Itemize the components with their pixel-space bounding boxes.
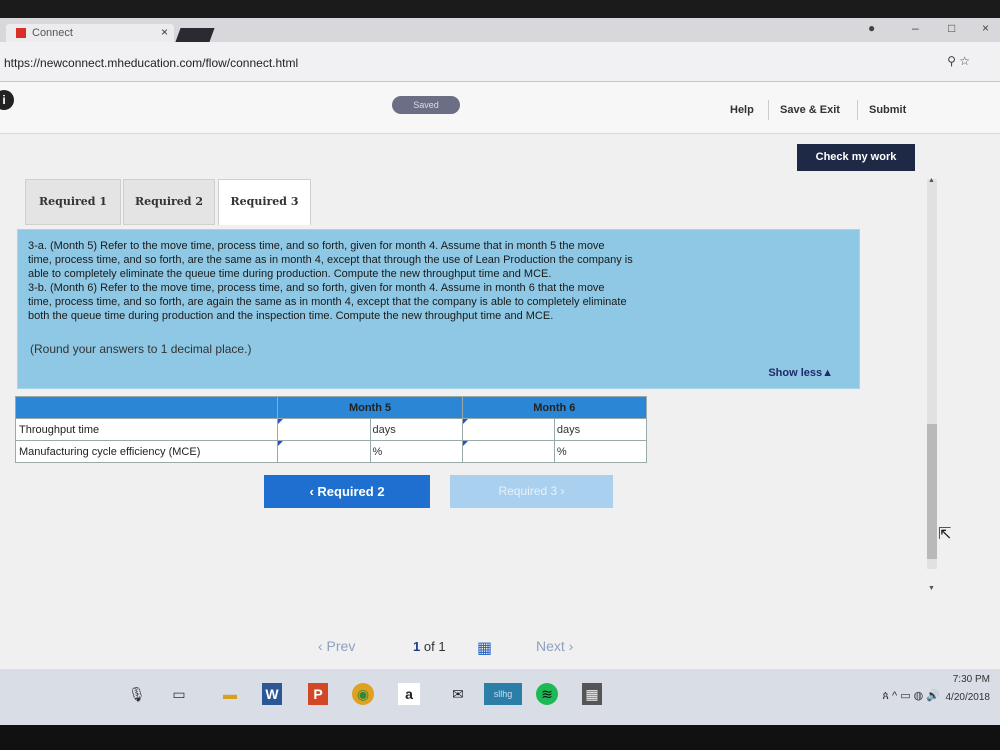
tab-required-2[interactable]: Required 2 (123, 179, 215, 225)
prev-page-button[interactable]: ‹ Prev (318, 638, 355, 654)
table-row: Throughput time days days (14, 418, 648, 441)
help-link[interactable]: Help (730, 104, 754, 116)
table-header-blank (14, 396, 279, 419)
unit-days: days (369, 418, 463, 441)
mouse-cursor-icon: ⇱ (938, 526, 952, 543)
mail-icon[interactable]: ✉ (448, 683, 468, 705)
minimize-icon[interactable]: – (912, 21, 919, 35)
zoom-star-icons[interactable]: ⚲ ☆ (947, 54, 970, 68)
screen-bezel (0, 725, 1000, 750)
calculator-icon[interactable]: ▦ (582, 683, 602, 705)
table-header-row: Month 5 Month 6 (14, 396, 648, 419)
connect-favicon-icon (16, 28, 26, 38)
row-label-mce: Manufacturing cycle efficiency (MCE) (14, 440, 279, 463)
new-tab-button[interactable] (175, 28, 215, 42)
rounding-instruction: (Round your answers to 1 decimal place.) (30, 342, 252, 356)
page-total: of 1 (423, 639, 446, 654)
page-indicator: 1 of 1 (413, 639, 446, 654)
question-line: able to completely eliminate the queue t… (28, 268, 552, 280)
app-header: i Saved Help Save & Exit Submit (0, 82, 1000, 134)
scrollbar-thumb[interactable] (927, 424, 937, 559)
unit-percent: % (369, 440, 463, 463)
next-page-button[interactable]: Next › (536, 638, 573, 654)
taskbar-clock[interactable]: 7:30 PM 4/20/2018 (946, 671, 991, 707)
question-line: 3-a. (Month 5) Refer to the move time, p… (28, 240, 605, 252)
table-header-month-6: Month 6 (461, 396, 648, 419)
save-exit-link[interactable]: Save & Exit (780, 104, 840, 116)
main-content: Check my work Required 1 Required 2 Requ… (0, 134, 1000, 669)
current-page-number: 1 (413, 639, 421, 654)
clock-date: 4/20/2018 (945, 692, 991, 703)
next-required-button[interactable]: Required 3 › (450, 475, 613, 508)
close-window-icon[interactable]: × (982, 21, 989, 35)
info-icon[interactable]: i (0, 90, 14, 110)
tab-required-1[interactable]: Required 1 (25, 179, 121, 225)
maximize-icon[interactable]: □ (948, 21, 955, 35)
question-line: time, process time, and so forth, are th… (28, 254, 633, 266)
tab-title: Connect (32, 27, 73, 39)
header-divider (857, 100, 858, 120)
word-icon[interactable]: W (262, 683, 282, 705)
unit-percent: % (553, 440, 648, 463)
table-row: Manufacturing cycle efficiency (MCE) % % (14, 440, 648, 463)
submit-link[interactable]: Submit (869, 104, 906, 116)
question-line: both the queue time during production an… (28, 310, 554, 322)
url-text[interactable]: https://newconnect.mheducation.com/flow/… (4, 56, 298, 70)
row-label-throughput: Throughput time (14, 418, 279, 441)
grid-view-icon[interactable]: ▦ (477, 638, 492, 658)
mic-icon[interactable]: 🎙 (128, 683, 146, 705)
saved-status-badge: Saved (392, 96, 460, 114)
scroll-down-icon[interactable]: ▼ (928, 585, 935, 592)
mce-month-5-input[interactable] (277, 440, 371, 463)
amazon-icon[interactable]: a (398, 683, 420, 705)
powerpoint-icon[interactable]: P (308, 683, 328, 705)
check-my-work-button[interactable]: Check my work (797, 144, 915, 171)
throughput-month-5-input[interactable] (277, 418, 371, 441)
task-view-icon[interactable]: ▭ (170, 683, 188, 705)
scrollbar[interactable]: ▲ ▼ (927, 177, 937, 592)
system-tray-icons[interactable]: ጰ ^ ▭ ◍ 🔊 (882, 689, 940, 703)
windows-taskbar: 🎙 ▭ ▬ W P ◉ a ✉ sllhg ≋ ▦ ጰ ^ ▭ ◍ 🔊 7:30… (0, 669, 1000, 725)
throughput-month-6-input[interactable] (461, 418, 555, 441)
show-less-link[interactable]: Show less▲ (768, 366, 833, 380)
mce-month-6-input[interactable] (461, 440, 555, 463)
file-explorer-icon[interactable]: ▬ (220, 683, 240, 705)
browser-tab[interactable]: Connect × (6, 24, 174, 42)
chrome-icon[interactable]: ◉ (352, 683, 374, 705)
scroll-up-icon[interactable]: ▲ (928, 177, 935, 184)
pagination: ‹ Prev 1 of 1 ▦ Next › (0, 634, 1000, 660)
app-icon[interactable]: sllhg (484, 683, 522, 705)
tab-close-icon[interactable]: × (161, 25, 168, 39)
header-divider (768, 100, 769, 120)
profile-icon[interactable]: ● (868, 21, 875, 35)
question-line: 3-b. (Month 6) Refer to the move time, p… (28, 282, 605, 294)
answer-table: Month 5 Month 6 Throughput time days day… (14, 396, 648, 463)
tab-required-3[interactable]: Required 3 (218, 179, 311, 225)
spotify-icon[interactable]: ≋ (536, 683, 558, 705)
question-line: time, process time, and so forth, are ag… (28, 296, 627, 308)
unit-days: days (553, 418, 648, 441)
question-panel: 3-a. (Month 5) Refer to the move time, p… (17, 229, 860, 389)
address-bar[interactable]: https://newconnect.mheducation.com/flow/… (0, 42, 1000, 82)
previous-required-button[interactable]: ‹ Required 2 (264, 475, 430, 508)
table-header-month-5: Month 5 (277, 396, 463, 419)
clock-time: 7:30 PM (952, 674, 990, 685)
browser-tab-bar: Connect × ● – □ × (0, 18, 1000, 42)
